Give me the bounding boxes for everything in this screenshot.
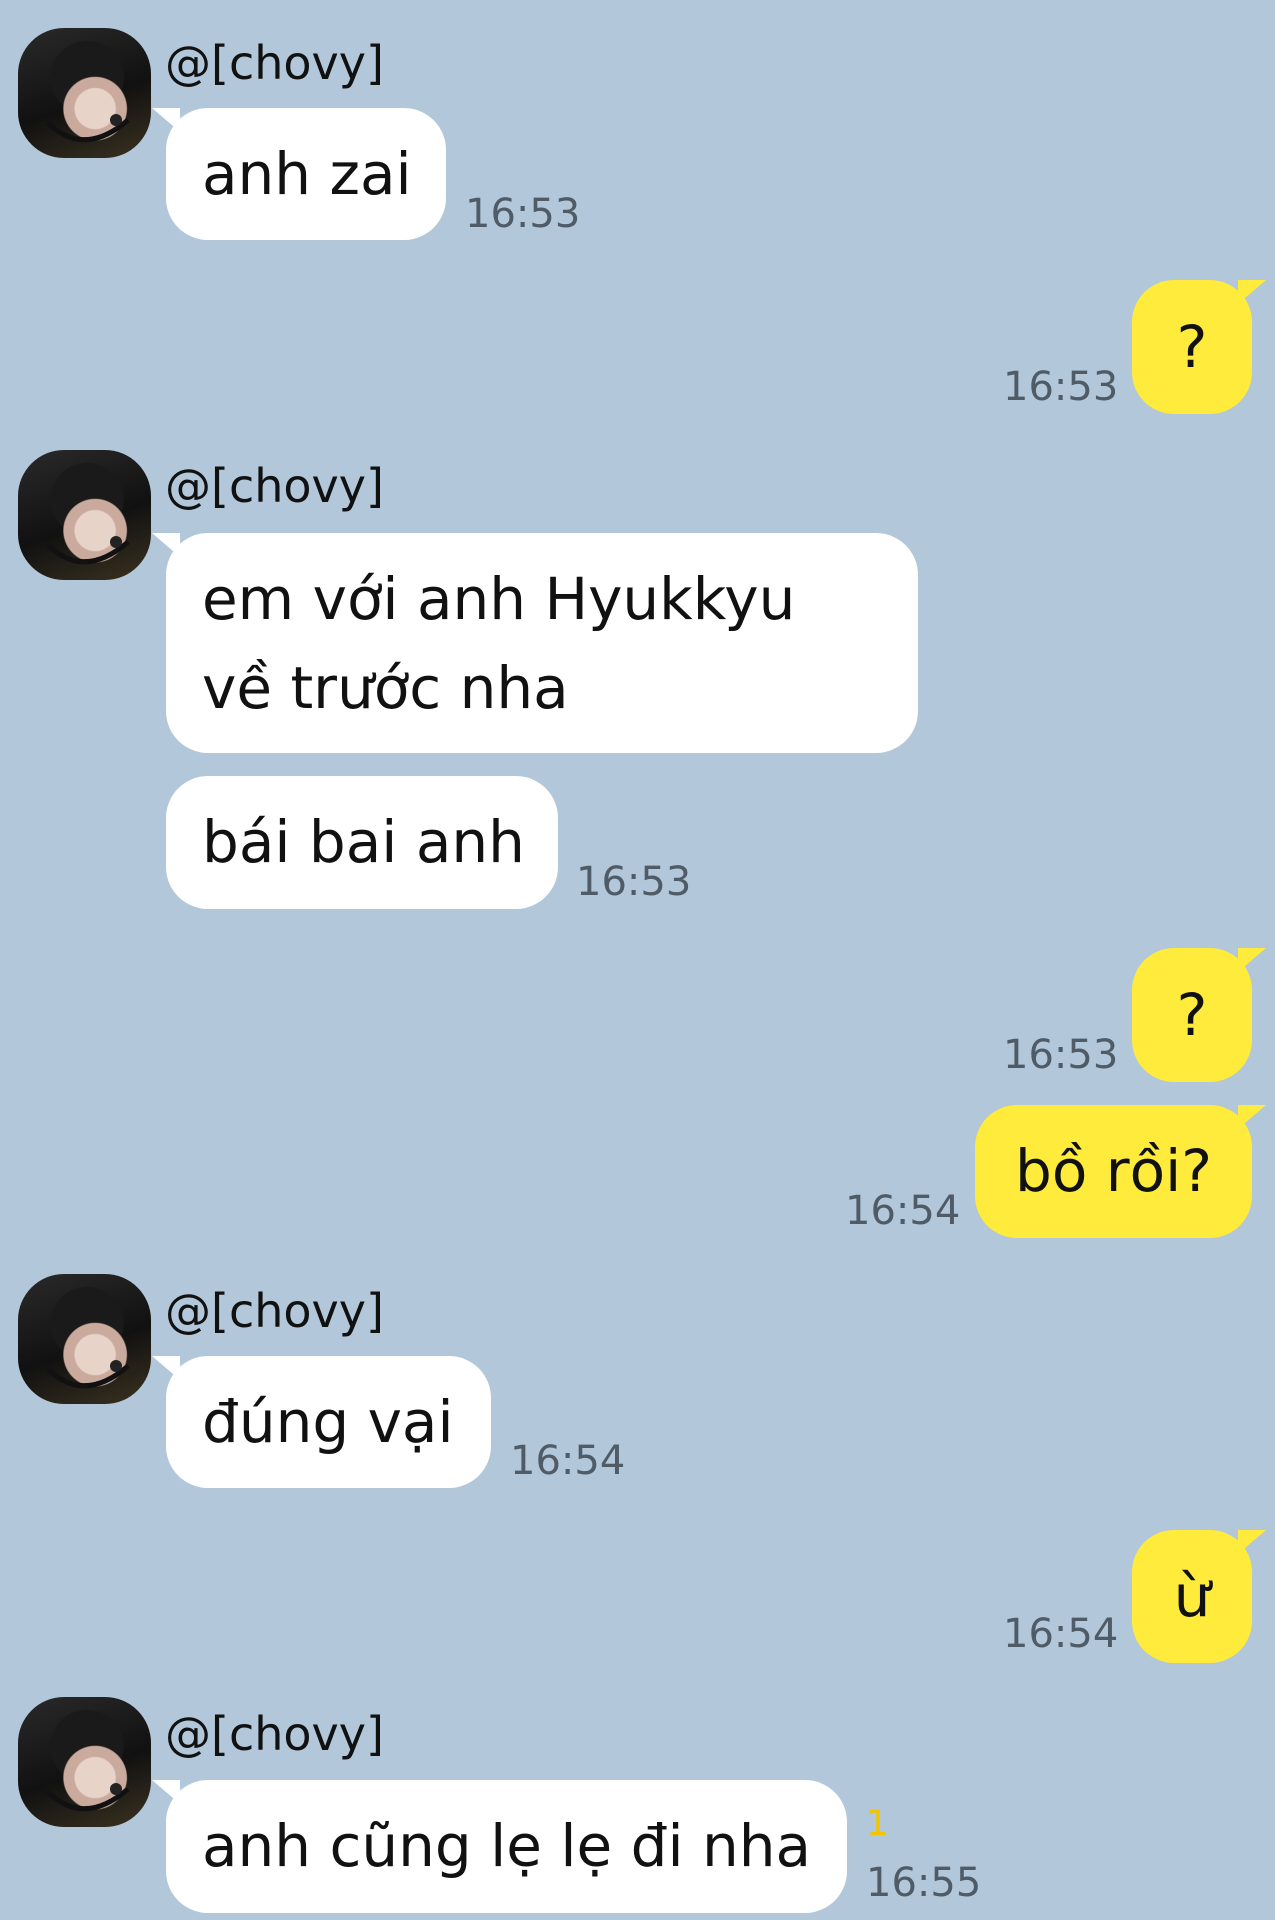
outgoing-message-bubble[interactable]: ừ <box>1132 1530 1266 1663</box>
sender-name: @[chovy] <box>165 1707 384 1761</box>
unread-count-badge: 1 <box>866 1803 889 1844</box>
message-line: về trước nha <box>202 654 569 722</box>
message-line: em với anh Hyukkyu <box>202 565 796 633</box>
incoming-message-bubble[interactable]: đúng vại <box>152 1356 491 1488</box>
message-timestamp: 16:54 <box>845 1188 961 1234</box>
message-timestamp: 16:55 <box>866 1860 982 1906</box>
sender-name: @[chovy] <box>165 36 384 90</box>
message-timestamp: 16:53 <box>1003 364 1119 410</box>
outgoing-message-bubble[interactable]: bồ rồi? <box>975 1105 1266 1238</box>
message-timestamp: 16:53 <box>1003 1032 1119 1078</box>
profile-avatar-icon[interactable] <box>18 450 151 580</box>
incoming-message-bubble[interactable]: bái bai anh <box>166 776 558 909</box>
incoming-message-bubble[interactable]: anh zai <box>152 108 446 240</box>
message-timestamp: 16:54 <box>510 1438 626 1484</box>
sender-name: @[chovy] <box>165 1284 384 1338</box>
outgoing-message-bubble[interactable]: ? <box>1132 280 1266 414</box>
profile-avatar-icon[interactable] <box>18 28 151 158</box>
incoming-message-bubble[interactable]: anh cũng lẹ lẹ đi nha <box>152 1780 847 1913</box>
message-timestamp: 16:54 <box>1003 1611 1119 1657</box>
sender-name: @[chovy] <box>165 459 384 513</box>
profile-avatar-icon[interactable] <box>18 1697 151 1827</box>
message-timestamp: 16:53 <box>465 191 581 237</box>
outgoing-message-bubble[interactable]: ? <box>1132 948 1266 1082</box>
profile-avatar-icon[interactable] <box>18 1274 151 1404</box>
chat-screen: { "chat": { "sender_name": "@[chovy]", "… <box>0 0 1275 1920</box>
message-timestamp: 16:53 <box>576 859 692 905</box>
incoming-message-bubble[interactable]: em với anh Hyukkyu về trước nha <box>152 533 918 753</box>
